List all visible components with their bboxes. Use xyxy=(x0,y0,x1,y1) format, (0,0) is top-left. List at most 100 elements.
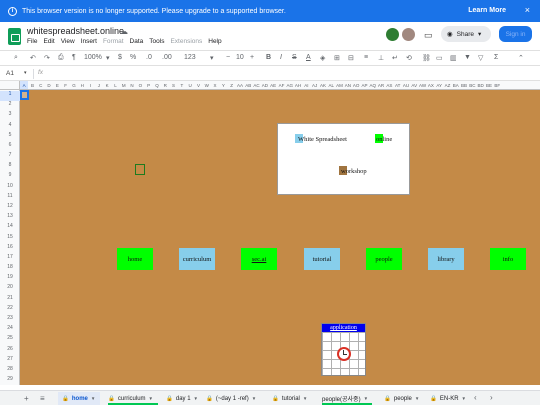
column-header[interactable]: A xyxy=(20,81,29,89)
column-header[interactable]: AO xyxy=(352,83,360,88)
menu-tools[interactable]: Tools xyxy=(149,38,164,45)
column-header[interactable]: O xyxy=(136,83,144,88)
column-header[interactable]: BB xyxy=(460,83,468,88)
bold-icon[interactable]: B xyxy=(266,54,271,61)
column-header[interactable]: B xyxy=(28,83,36,88)
column-header[interactable]: AE xyxy=(269,83,277,88)
column-header[interactable]: X xyxy=(211,83,219,88)
menu-help[interactable]: Help xyxy=(208,38,221,45)
column-header[interactable]: F xyxy=(62,83,70,88)
sheet-tab-tutorial[interactable]: 🔒 tutorial ▼ xyxy=(268,392,318,405)
function-icon[interactable]: Σ xyxy=(494,54,498,61)
column-header[interactable]: C xyxy=(37,83,45,88)
column-header[interactable]: BC xyxy=(468,83,476,88)
row-header[interactable]: 7 xyxy=(0,152,20,162)
row-header[interactable]: 12 xyxy=(0,203,20,213)
menu-view[interactable]: View xyxy=(61,38,75,45)
collaborator-avatar[interactable] xyxy=(386,28,399,41)
column-header[interactable]: AD xyxy=(261,83,269,88)
nav-people-button[interactable]: people xyxy=(366,248,402,270)
chevron-up-icon[interactable]: ⌃ xyxy=(518,54,524,62)
column-header[interactable]: AW xyxy=(418,83,426,88)
column-header[interactable]: AA xyxy=(236,83,244,88)
column-header[interactable]: W xyxy=(203,83,211,88)
sheet-tab-people[interactable]: 🔒 people ▼ xyxy=(380,392,424,405)
column-header[interactable]: AH xyxy=(294,83,302,88)
row-header[interactable]: 23 xyxy=(0,315,20,325)
column-header[interactable]: AP xyxy=(360,83,368,88)
menu-insert[interactable]: Insert xyxy=(81,38,97,45)
row-header[interactable]: 13 xyxy=(0,213,20,223)
menu-format[interactable]: Format xyxy=(103,38,124,45)
column-header[interactable]: AR xyxy=(377,83,385,88)
column-header[interactable]: AF xyxy=(277,83,285,88)
row-header[interactable]: 14 xyxy=(0,223,20,233)
add-sheet-icon[interactable]: + xyxy=(24,394,29,403)
sign-in-button[interactable]: Sign in xyxy=(499,26,532,42)
column-header[interactable]: V xyxy=(194,83,202,88)
column-header[interactable]: AJ xyxy=(311,83,319,88)
row-header[interactable]: 3 xyxy=(0,111,20,121)
scroll-left-icon[interactable]: ‹ xyxy=(474,393,477,402)
column-header[interactable]: I xyxy=(86,83,94,88)
column-header[interactable]: G xyxy=(70,83,78,88)
column-header[interactable]: Z xyxy=(228,83,236,88)
percent-icon[interactable]: % xyxy=(130,54,136,61)
menu-extensions[interactable]: Extensions xyxy=(170,38,202,45)
row-header[interactable]: 28 xyxy=(0,366,20,376)
column-header[interactable]: T xyxy=(178,83,186,88)
column-header[interactable]: L xyxy=(111,83,119,88)
column-header[interactable]: AL xyxy=(327,83,335,88)
row-header[interactable]: 8 xyxy=(0,162,20,172)
all-sheets-icon[interactable]: ≡ xyxy=(40,394,45,403)
row-header[interactable]: 10 xyxy=(0,183,20,193)
nav-home-button[interactable]: home xyxy=(117,248,153,270)
row-header[interactable]: 24 xyxy=(0,325,20,335)
row-headers[interactable]: 1 2 3 4 5 6 7 8 9 10 11 12 13 14 15 16 17 18 19 20 21 22 23 24 2… xyxy=(0,90,20,385)
row-header[interactable]: 11 xyxy=(0,193,20,203)
column-header[interactable]: M xyxy=(120,83,128,88)
font-size-increase-icon[interactable]: + xyxy=(250,54,254,61)
row-header[interactable]: 26 xyxy=(0,346,20,356)
align-left-icon[interactable]: ≡ xyxy=(364,54,368,61)
zoom-select[interactable]: 100% xyxy=(84,54,102,61)
link-icon[interactable]: ⛓ xyxy=(422,54,431,62)
close-icon[interactable]: × xyxy=(525,5,530,15)
column-header[interactable]: BD xyxy=(477,83,485,88)
row-header[interactable]: 16 xyxy=(0,244,20,254)
row-header[interactable]: 6 xyxy=(0,142,20,152)
column-header[interactable]: AI xyxy=(302,83,310,88)
italic-icon[interactable]: I xyxy=(280,54,282,61)
document-title[interactable]: whitespreadsheet.online xyxy=(27,26,124,36)
nav-library-button[interactable]: library xyxy=(428,248,464,270)
sheet-tab-home[interactable]: 🔒 home ▼ xyxy=(58,392,100,405)
currency-icon[interactable]: $ xyxy=(118,54,122,61)
column-header[interactable]: AC xyxy=(252,83,260,88)
row-header[interactable]: 21 xyxy=(0,295,20,305)
column-header[interactable]: BA xyxy=(452,83,460,88)
column-headers[interactable]: A B C D E F G H I J K L M N O P Q R S T U V W X Y Z AA AB AC AD AE AF AG… xyxy=(20,81,540,90)
column-header[interactable]: AU xyxy=(402,83,410,88)
decrease-decimal-icon[interactable]: .0 xyxy=(146,54,152,61)
select-all-corner[interactable] xyxy=(0,81,20,90)
redo-icon[interactable]: ↷ xyxy=(44,54,50,62)
column-header[interactable]: Y xyxy=(219,83,227,88)
row-header[interactable]: 9 xyxy=(0,172,20,182)
text-wrap-icon[interactable]: ↵ xyxy=(392,54,398,62)
nav-info-button[interactable]: info xyxy=(490,248,526,270)
column-header[interactable]: AB xyxy=(244,83,252,88)
column-header[interactable]: AQ xyxy=(369,83,377,88)
column-header[interactable]: AM xyxy=(335,83,343,88)
row-header[interactable]: 1 xyxy=(0,91,20,102)
application-link[interactable]: application xyxy=(322,324,365,332)
row-header[interactable]: 19 xyxy=(0,274,20,284)
font-size-input[interactable]: 10 xyxy=(236,54,244,61)
sheet-tab-curriculum[interactable]: 🔒 curriculum ▼ xyxy=(104,392,162,405)
undo-icon[interactable]: ↶ xyxy=(30,54,36,62)
row-header[interactable]: 17 xyxy=(0,254,20,264)
filter-icon[interactable]: ▼ xyxy=(464,54,471,61)
search-icon[interactable]: ⌕ xyxy=(14,54,18,62)
row-header[interactable]: 18 xyxy=(0,264,20,274)
vertical-align-icon[interactable]: ⊥ xyxy=(378,54,384,62)
increase-decimal-icon[interactable]: .00 xyxy=(162,54,172,61)
